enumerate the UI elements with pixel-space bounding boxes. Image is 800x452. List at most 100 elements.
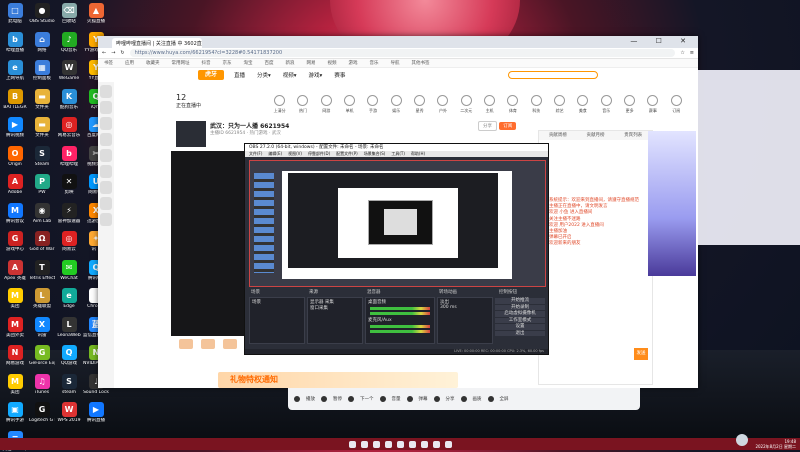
category-item[interactable]: 体育: [501, 93, 524, 123]
player-label[interactable]: 播放: [306, 396, 315, 402]
category-item[interactable]: 二次元: [455, 93, 478, 123]
player-label[interactable]: 分享: [446, 396, 455, 402]
chat-tab[interactable]: 贵宾列表: [614, 131, 652, 140]
streamer-avatar[interactable]: [176, 121, 206, 147]
chat-tab[interactable]: 贡献月榜: [577, 131, 615, 140]
desktop-icon[interactable]: K 酷狗音乐: [56, 88, 82, 110]
system-clock[interactable]: 19:48 2022年8月2日 星期二: [755, 439, 796, 449]
bookmark-item[interactable]: 常用网址: [172, 60, 190, 66]
desktop-icon[interactable]: T Tetris Effect: [29, 259, 55, 281]
search-icon[interactable]: [360, 440, 368, 448]
task-view-icon[interactable]: [372, 440, 380, 448]
bookmark-item[interactable]: 新浪: [286, 60, 295, 66]
gift-icon[interactable]: [223, 339, 237, 349]
obs-menu-item[interactable]: 场景集合(S): [364, 151, 386, 156]
nav-item[interactable]: 赛事: [334, 71, 345, 79]
desktop-icon[interactable]: □ 此电脑: [2, 3, 28, 24]
gift-icon[interactable]: [179, 339, 193, 349]
bookmark-item[interactable]: 百度: [265, 60, 274, 66]
obs-menu-item[interactable]: 配置文件(P): [336, 151, 358, 156]
desktop-icon[interactable]: ● OBS Studio: [29, 3, 55, 24]
scene-item[interactable]: 场景: [252, 300, 261, 305]
desktop-icon[interactable]: b 哔哩哔哩: [56, 145, 82, 167]
player-icon[interactable]: [433, 396, 440, 402]
category-item[interactable]: 热门: [291, 93, 314, 123]
obs-menu-item[interactable]: 帮助(H): [411, 151, 425, 156]
player-label[interactable]: 画质: [473, 396, 482, 402]
site-search-input[interactable]: [508, 71, 598, 79]
source-item[interactable]: 窗口采集: [310, 305, 360, 311]
url-input[interactable]: https://www.huya.com/6621954?cl=3228#0.5…: [129, 49, 676, 57]
nav-item[interactable]: 游戏▾: [309, 71, 323, 79]
obs-preview[interactable]: [249, 160, 546, 287]
desktop-icon[interactable]: Q QQ游戏: [56, 345, 82, 366]
category-item[interactable]: 手游: [361, 93, 384, 123]
site-logo[interactable]: 虎牙: [198, 70, 224, 80]
category-item[interactable]: 更多: [618, 93, 641, 123]
browser-icon[interactable]: [384, 440, 392, 448]
category-item[interactable]: 音乐: [595, 93, 618, 123]
obs-menu-item[interactable]: 停靠部件(D): [308, 151, 330, 156]
player-icon[interactable]: [379, 396, 386, 402]
share-button[interactable]: 分享: [478, 121, 497, 131]
player-label[interactable]: 下一个: [360, 396, 374, 402]
back-icon[interactable]: ←: [102, 50, 106, 56]
desktop-icon[interactable]: Ssteam: [56, 373, 82, 395]
category-item[interactable]: 美食: [571, 93, 594, 123]
obs-window[interactable]: OBS 27.2.0 (64-bit, windows) - 配置文件: 未命名…: [244, 143, 549, 355]
desktop-icon[interactable]: ▶ 腾讯直播: [83, 402, 109, 423]
forward-icon[interactable]: →: [111, 50, 115, 56]
bookmark-item[interactable]: 导航: [391, 60, 400, 66]
gift-icon[interactable]: [201, 339, 215, 349]
duration-field[interactable]: 300 ms: [440, 305, 490, 310]
desktop-icon[interactable]: L 英雄联盟: [29, 288, 55, 309]
desktop-icon[interactable]: e 上网导航: [2, 60, 28, 81]
bookmark-item[interactable]: 淘宝: [244, 60, 253, 66]
category-item[interactable]: 科技: [525, 93, 548, 123]
desktop-icon[interactable]: L LeonaWeb: [56, 316, 82, 338]
nav-item[interactable]: 分类▾: [257, 71, 271, 79]
desktop-icon[interactable]: B BATTLEGR: [2, 88, 28, 110]
category-item[interactable]: 综艺: [548, 93, 571, 123]
desktop-icon[interactable]: ▬ 文件夹: [29, 88, 55, 110]
bookmark-item[interactable]: 其他书签: [412, 60, 430, 66]
desktop-icon[interactable]: ◉ Aim Lab: [29, 202, 55, 224]
scenes-panel[interactable]: 场景: [249, 297, 305, 344]
gift-banner[interactable]: 礼物特权通知: [218, 372, 458, 388]
player-icon[interactable]: [348, 396, 354, 402]
desktop-icon[interactable]: M 腾讯会议: [2, 202, 28, 224]
desktop-icon[interactable]: X 讯雷: [29, 316, 55, 338]
user-avatar[interactable]: [736, 434, 748, 446]
category-item[interactable]: 订阅: [665, 93, 688, 123]
bookmark-item[interactable]: 视频: [328, 60, 337, 66]
control-button[interactable]: 退出: [495, 330, 545, 336]
player-icon[interactable]: [321, 396, 327, 402]
desktop-icon[interactable]: M 美团: [2, 288, 28, 309]
desktop-icon[interactable]: GLogitech G HUB: [29, 402, 55, 423]
player-label[interactable]: 弹幕: [419, 396, 428, 402]
obs-icon[interactable]: [408, 440, 416, 448]
desktop-icon[interactable]: M 美团外卖: [2, 316, 28, 338]
player-icon[interactable]: [294, 396, 300, 402]
obs-menu-item[interactable]: 工具(T): [391, 151, 405, 156]
refresh-icon[interactable]: ↻: [120, 50, 124, 56]
bookmark-item[interactable]: 音乐: [370, 60, 379, 66]
nav-item[interactable]: 直播: [234, 71, 245, 79]
window-controls[interactable]: — ☐ ✕: [630, 37, 694, 45]
control-button[interactable]: 工作室模式: [495, 317, 545, 323]
desktop-icon[interactable]: N 网易游戏: [2, 345, 28, 366]
bookmark-item[interactable]: 应用: [125, 60, 134, 66]
desktop-icon[interactable]: ⚡ 雷神加速器: [56, 202, 82, 224]
side-advertisement[interactable]: [648, 131, 696, 276]
obs-menu-item[interactable]: 视图(V): [288, 151, 302, 156]
send-button[interactable]: 发送: [634, 348, 648, 360]
category-item[interactable]: 赛事: [641, 93, 664, 123]
player-label[interactable]: 音量: [392, 396, 401, 402]
desktop-icon[interactable]: ◎ 网易云音乐: [56, 117, 82, 138]
desktop-icon[interactable]: ▶ 腾讯视频: [2, 117, 28, 138]
browser-tab[interactable]: 哔哩哔哩直播间 | 关注直播 中 3602直播 - 虎牙: [112, 38, 202, 48]
star-icon[interactable]: ☆: [680, 50, 684, 56]
bookmark-item[interactable]: 抖音: [202, 60, 211, 66]
desktop-icon[interactable]: ▦ 控制面板: [29, 60, 55, 81]
control-button[interactable]: 开始录制: [495, 304, 545, 310]
